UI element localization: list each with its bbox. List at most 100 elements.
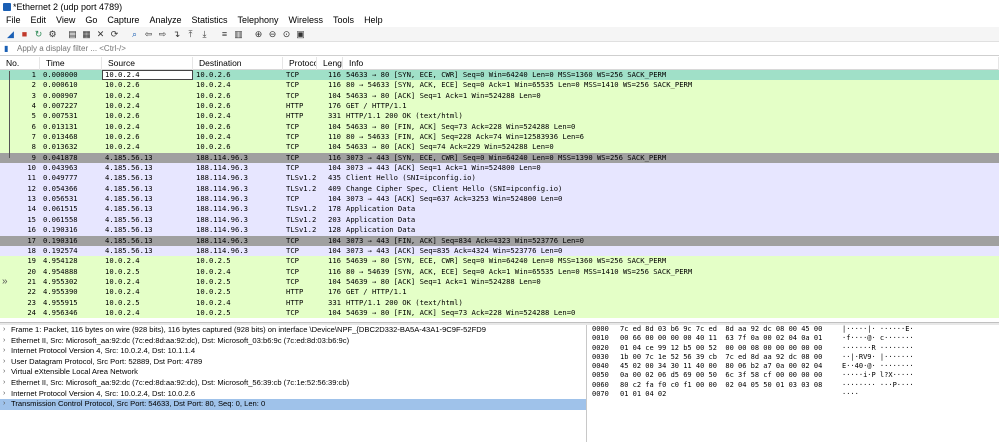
zoom-reset-icon[interactable]: ⊙	[280, 28, 293, 41]
menu-telephony[interactable]: Telephony	[232, 13, 283, 27]
packet-row[interactable]: 11 0.049777 4.185.56.13 188.114.96.3 TLSv1.2…	[0, 173, 999, 184]
back-icon[interactable]: ⇦	[142, 28, 155, 41]
menu-wireless[interactable]: Wireless	[284, 13, 329, 27]
open-icon[interactable]: ▤	[66, 28, 79, 41]
colorize-icon[interactable]: ▥	[232, 28, 245, 41]
hex-row[interactable]: 0000 7c ed 8d 03 b6 9c 7c ed 8d aa 92 dc …	[592, 325, 999, 334]
bookmark-icon[interactable]: ▮	[4, 44, 13, 54]
expand-arrow-icon[interactable]: ›	[3, 336, 11, 347]
hex-row[interactable]: 0010 00 66 00 00 00 00 40 11 63 7f 0a 00 …	[592, 334, 999, 343]
packet-row[interactable]: 12 0.054366 4.185.56.13 188.114.96.3 TLSv1.2…	[0, 183, 999, 195]
packet-row[interactable]: 16 0.190316 4.185.56.13 188.114.96.3 TLSv1.2…	[0, 225, 999, 236]
packet-protocol: TCP	[286, 235, 299, 245]
menu-file[interactable]: File	[1, 13, 26, 27]
column-header-length[interactable]: Length	[317, 57, 343, 70]
hex-row[interactable]: 0020 01 04 ce 99 12 b5 00 52 00 00 08 00 …	[592, 344, 999, 353]
hex-row[interactable]: 0050 0a 00 02 06 d5 69 00 50 6c 3f 58 cf …	[592, 371, 999, 380]
menu-edit[interactable]: Edit	[26, 13, 52, 27]
column-header-destination[interactable]: Destination	[193, 57, 283, 70]
packet-protocol: TCP	[286, 90, 299, 100]
packet-row[interactable]: 18 0.192574 4.185.56.13 188.114.96.3 TCP 104 3…	[0, 245, 999, 257]
options-icon[interactable]: ⚙	[46, 28, 59, 41]
expand-arrow-icon[interactable]: ›	[3, 346, 11, 357]
packet-row[interactable]: 13 0.056531 4.185.56.13 188.114.96.3 TCP 104 3…	[0, 194, 999, 205]
packet-no: 13	[27, 194, 36, 204]
column-header-time[interactable]: Time	[40, 57, 102, 70]
hex-row[interactable]: 0030 1b 00 7c 1e 52 56 39 cb 7c ed 8d aa …	[592, 353, 999, 362]
last-icon[interactable]: ⤓	[198, 28, 211, 41]
hex-row[interactable]: 0060 80 c2 fa f0 c0 f1 00 00 02 04 05 50 …	[592, 381, 999, 390]
packet-time: 0.061515	[43, 204, 78, 214]
resize-columns-icon[interactable]: ▣	[294, 28, 307, 41]
detail-tree-item[interactable]: › Internet Protocol Version 4, Src: 10.0.…	[0, 389, 586, 400]
packet-destination: 10.0.2.4	[196, 132, 231, 142]
packet-row[interactable]: 1 0.000000 10.0.2.4 10.0.2.6 TCP 116 54633 → 8…	[0, 70, 999, 81]
zoom-out-icon[interactable]: ⊖	[266, 28, 279, 41]
menu-tools[interactable]: Tools	[328, 13, 359, 27]
expand-arrow-icon[interactable]: ›	[3, 378, 11, 389]
stop-icon[interactable]: ■	[18, 28, 31, 41]
expand-arrow-icon[interactable]: ›	[3, 389, 11, 400]
menu-analyze[interactable]: Analyze	[144, 13, 186, 27]
packet-row[interactable]: 20 4.954888 10.0.2.5 10.0.2.4 TCP 116 80 → 546…	[0, 266, 999, 277]
packet-row[interactable]: 17 0.190316 4.185.56.13 188.114.96.3 TCP 104 3…	[0, 235, 999, 246]
menu-view[interactable]: View	[51, 13, 80, 27]
menu-statistics[interactable]: Statistics	[186, 13, 232, 27]
column-header-no[interactable]: No.	[0, 57, 40, 70]
packet-row[interactable]: 9 0.041878 4.185.56.13 188.114.96.3 TCP 116 30…	[0, 152, 999, 164]
zoom-in-icon[interactable]: ⊕	[252, 28, 265, 41]
menu-help[interactable]: Help	[359, 13, 388, 27]
shark-fin-icon[interactable]: ◢	[4, 28, 17, 41]
detail-tree-item[interactable]: › Ethernet II, Src: Microsoft_aa:92:dc (7…	[0, 378, 586, 389]
restart-icon[interactable]: ↻	[32, 28, 45, 41]
packet-row[interactable]: 8 0.013632 10.0.2.4 10.0.2.6 TCP 104 54633 → 8…	[0, 142, 999, 153]
detail-tree-item[interactable]: › Internet Protocol Version 4, Src: 10.0.…	[0, 346, 586, 357]
detail-tree-item[interactable]: › User Datagram Protocol, Src Port: 52889…	[0, 357, 586, 368]
forward-icon[interactable]: ⇨	[156, 28, 169, 41]
hex-row[interactable]: 0070 01 01 04 02 ····	[592, 390, 999, 399]
packet-row[interactable]: 14 0.061515 4.185.56.13 188.114.96.3 TLSv1.2…	[0, 204, 999, 215]
packet-row[interactable]: 24 4.956346 10.0.2.4 10.0.2.5 TCP 104 54639 → …	[0, 307, 999, 319]
hex-ascii: ····	[842, 390, 859, 399]
packet-time: 4.954128	[43, 256, 78, 266]
save-icon[interactable]: ▦	[80, 28, 93, 41]
packet-row[interactable]: 2 0.000610 10.0.2.6 10.0.2.4 TCP 116 80 → 5463…	[0, 80, 999, 91]
packet-row[interactable]: 21 4.955302 10.0.2.4 10.0.2.5 TCP 104 54639 → …	[0, 276, 999, 288]
display-filter-input[interactable]	[17, 42, 617, 55]
column-header-protocol[interactable]: Protocol	[283, 57, 317, 70]
packet-row[interactable]: 15 0.061558 4.185.56.13 188.114.96.3 TLSv1.2…	[0, 214, 999, 226]
expand-arrow-icon[interactable]: ›	[3, 357, 11, 368]
hex-row[interactable]: 0040 45 02 00 34 30 11 40 00 80 06 b2 a7 …	[592, 362, 999, 371]
packet-row[interactable]: 3 0.000907 10.0.2.4 10.0.2.6 TCP 104 54633 → 8…	[0, 90, 999, 102]
packet-row[interactable]: 19 4.954128 10.0.2.4 10.0.2.5 TCP 116 54639 → …	[0, 256, 999, 267]
reload-icon[interactable]: ⟳	[108, 28, 121, 41]
packet-protocol: HTTP	[286, 297, 304, 307]
packet-row[interactable]: 7 0.013468 10.0.2.6 10.0.2.4 TCP 110 80 → 5463…	[0, 132, 999, 143]
goto-icon[interactable]: ↴	[170, 28, 183, 41]
expand-arrow-icon[interactable]: ›	[3, 325, 11, 336]
menu-capture[interactable]: Capture	[102, 13, 144, 27]
packet-row[interactable]: 6 0.013131 10.0.2.4 10.0.2.6 TCP 104 54633 → 8…	[0, 121, 999, 133]
close-file-icon[interactable]: ✕	[94, 28, 107, 41]
detail-tree-item[interactable]: › Ethernet II, Src: Microsoft_aa:92:dc (7…	[0, 336, 586, 347]
packet-row[interactable]: 5 0.007531 10.0.2.6 10.0.2.4 HTTP 331 HTTP/1.1…	[0, 111, 999, 122]
first-icon[interactable]: ⤒	[184, 28, 197, 41]
find-icon[interactable]: ⌕	[128, 28, 141, 41]
detail-tree-item[interactable]: › Frame 1: Packet, 116 bytes on wire (928…	[0, 325, 586, 336]
menu-go[interactable]: Go	[80, 13, 102, 27]
column-header-info[interactable]: Info	[343, 57, 999, 70]
packet-protocol: HTTP	[286, 111, 304, 121]
expand-arrow-icon[interactable]: ›	[3, 399, 11, 410]
packet-row[interactable]: 4 0.007227 10.0.2.4 10.0.2.6 HTTP 176 GET / HT…	[0, 101, 999, 112]
packet-row[interactable]: 23 4.955915 10.0.2.5 10.0.2.4 HTTP 331 HTTP/1.…	[0, 297, 999, 308]
expand-arrow-icon[interactable]: ›	[3, 367, 11, 378]
hex-off: 0060	[592, 380, 609, 389]
packet-row[interactable]: 10 0.043963 4.185.56.13 188.114.96.3 TCP 104 3…	[0, 163, 999, 174]
packet-row[interactable]: 22 4.955390 10.0.2.4 10.0.2.5 HTTP 176 GET / H…	[0, 287, 999, 298]
detail-tree-label: User Datagram Protocol, Src Port: 52889,…	[11, 356, 203, 366]
packet-protocol: TLSv1.2	[286, 183, 317, 193]
column-header-source[interactable]: Source	[102, 57, 193, 70]
autoscroll-icon[interactable]: ≡	[218, 28, 231, 41]
detail-tree-item[interactable]: › Virtual eXtensible Local Area Network	[0, 367, 586, 378]
detail-tree-item[interactable]: › Transmission Control Protocol, Src Port…	[0, 399, 586, 410]
